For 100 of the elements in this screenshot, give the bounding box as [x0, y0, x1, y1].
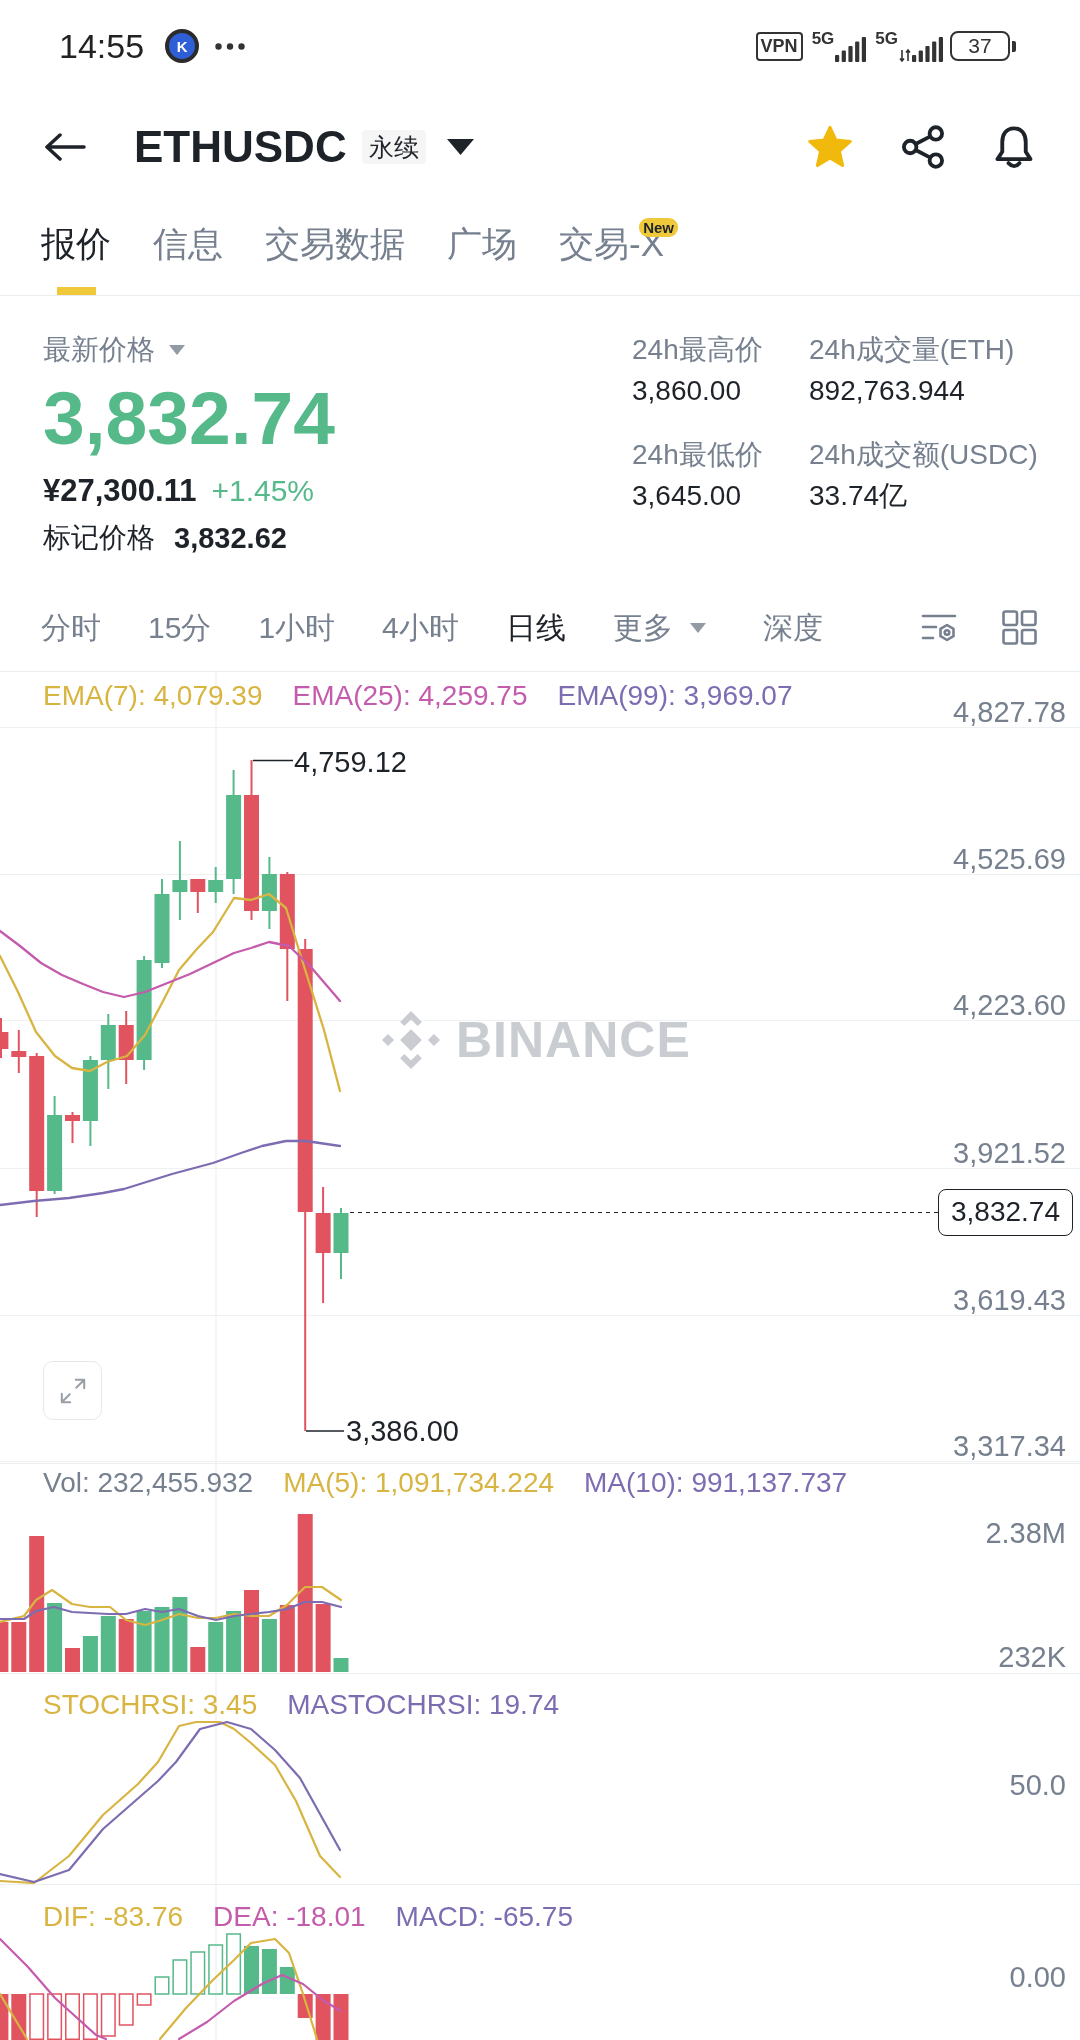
interval-tab[interactable]: 4小时	[382, 607, 459, 648]
macd-bar	[333, 1994, 349, 2040]
interval-tab[interactable]: 深度	[762, 607, 823, 648]
macd-bar	[29, 1993, 45, 2040]
macd-bar	[136, 1993, 152, 2006]
volume-bar	[47, 1603, 63, 1672]
stat-label: 24h成交量(ETH)	[809, 333, 1016, 367]
more-dots-icon	[215, 42, 246, 50]
axis-label: 4,525.69	[953, 843, 1066, 875]
stat-label: 24h最高价	[632, 333, 764, 367]
macd-bar	[172, 1959, 188, 1995]
volume-bar	[315, 1604, 331, 1672]
interval-tab[interactable]: 更多	[612, 607, 706, 648]
interval-tab[interactable]: 日线	[505, 607, 566, 648]
network-type: 5G	[811, 30, 835, 47]
macd-bar	[261, 1949, 277, 1994]
indicator-value: EMA(7): 4,079.39	[43, 680, 263, 712]
stat-value: 892,763.944	[809, 374, 966, 408]
mark-price: 3,832.62	[174, 521, 287, 556]
volume-bar	[82, 1636, 98, 1672]
volume-bar	[333, 1658, 349, 1672]
caret-icon[interactable]	[446, 139, 474, 155]
tab[interactable]: 报价	[41, 202, 111, 295]
axis-label: 2.38M	[985, 1517, 1066, 1549]
volume-bar	[11, 1622, 27, 1672]
macd-bar	[47, 1993, 63, 2040]
price-change: +1.45%	[211, 473, 315, 509]
axis-label: 4,827.78	[953, 696, 1066, 728]
symbol-title[interactable]: ETHUSDC	[134, 122, 347, 172]
axis-label: 232K	[998, 1641, 1066, 1673]
leader-line	[252, 759, 294, 762]
diamond-logo-icon	[382, 1011, 440, 1069]
grid-layout-icon[interactable]	[1002, 610, 1037, 645]
axis-label: 50.0	[1009, 1769, 1066, 1801]
volume-bar	[190, 1647, 206, 1672]
contract-tag: 永续	[361, 130, 426, 164]
macd-bar	[226, 1933, 242, 1995]
candle	[65, 1111, 80, 1144]
interval-tab[interactable]: 分时	[41, 607, 101, 648]
indicator-value: EMA(99): 3,969.07	[557, 680, 793, 712]
macd-bar	[190, 1951, 206, 1995]
tab[interactable]: 信息	[153, 202, 223, 295]
axis-label: 4,223.60	[953, 989, 1066, 1021]
volume-bar	[0, 1622, 9, 1672]
last-price-tag: 3,832.74	[938, 1189, 1073, 1236]
tab[interactable]: 交易数据	[265, 202, 405, 295]
macd-bar	[208, 1944, 224, 1995]
volume-bar	[136, 1611, 152, 1672]
volume-bar	[226, 1611, 242, 1672]
indicator-value: MACD: -65.75	[395, 1901, 573, 1933]
volume-bar	[261, 1619, 277, 1672]
candle	[0, 1017, 9, 1059]
macd-bar	[82, 1993, 98, 2040]
star-icon[interactable]	[807, 125, 853, 169]
low-price-label: 3,386.00	[346, 1415, 459, 1447]
interval-tab[interactable]: 1小时	[258, 607, 336, 648]
stat-label: 24h成交额(USDC)	[809, 438, 1038, 472]
macd-bar	[65, 1993, 80, 2040]
last-price: 3,832.74	[43, 376, 336, 460]
cny-price: ¥27,300.11	[43, 472, 197, 510]
candle	[11, 1029, 27, 1074]
macd-bar	[154, 1976, 170, 1995]
axis-label: 0.00	[1009, 1961, 1066, 1993]
leader-line	[305, 1430, 345, 1432]
interval-tab[interactable]: 15分	[148, 607, 212, 648]
expand-icon	[58, 1376, 87, 1405]
volume-bar	[279, 1605, 295, 1672]
indicator-value: DIF: -83.76	[43, 1901, 184, 1933]
axis-label: 3,317.34	[953, 1430, 1066, 1462]
indicator-value: MA(10): 991,137.737	[584, 1467, 848, 1499]
expand-button[interactable]	[43, 1361, 102, 1420]
volume-bar	[65, 1648, 80, 1672]
stat-value: 3,645.00	[632, 479, 742, 513]
macd-bar	[0, 1994, 9, 2040]
back-arrow-icon[interactable]	[45, 132, 86, 162]
price-label: 最新价格	[43, 333, 155, 367]
macd-bar	[100, 1993, 116, 2037]
share-icon[interactable]	[901, 125, 945, 169]
axis-label: 3,619.43	[953, 1284, 1066, 1316]
indicator-value: Vol: 232,455.932	[43, 1467, 254, 1499]
tab[interactable]: 广场	[447, 202, 517, 295]
volume-bar	[208, 1622, 224, 1672]
indicator-value: MASTOCHRSI: 19.74	[287, 1689, 560, 1721]
stat-label: 24h最低价	[632, 438, 764, 472]
volume-bar	[118, 1619, 134, 1672]
indicator-value: MA(5): 1,091,734.224	[283, 1467, 555, 1499]
indicator-value: EMA(25): 4,259.75	[292, 680, 528, 712]
candle	[190, 878, 206, 914]
app-notification-icon: K	[165, 29, 200, 63]
macd-bar	[315, 1994, 331, 2040]
indicator-value: STOCHRSI: 3.45	[43, 1689, 258, 1721]
stat-value: 3,860.00	[632, 374, 742, 408]
high-price-label: 4,759.12	[294, 746, 407, 778]
new-badge: New	[639, 218, 678, 237]
macd-bar	[244, 1946, 259, 1994]
status-time: 14:55	[59, 26, 145, 66]
battery-indicator: 37	[950, 31, 1016, 61]
vpn-indicator: VPN	[755, 31, 803, 61]
network-type: 5G	[875, 30, 898, 47]
caret-icon	[689, 622, 706, 633]
